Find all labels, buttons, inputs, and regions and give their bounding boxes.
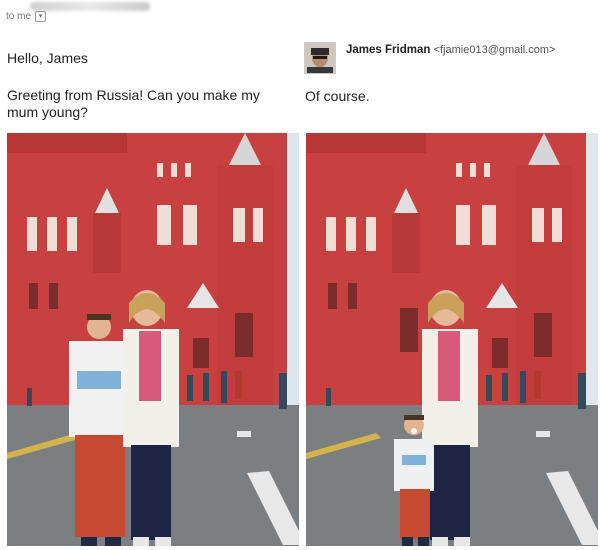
- blurred-sender: [30, 2, 150, 11]
- sender-email: <fjamie013@gmail.com>: [433, 44, 556, 56]
- edited-photo: [306, 133, 598, 546]
- sender-line: James Fridman <fjamie013@gmail.com>: [346, 44, 555, 56]
- message-line-2: mum young?: [7, 104, 88, 120]
- greeting-text: Hello, James: [7, 50, 88, 66]
- original-photo: [7, 133, 299, 546]
- reply-text: Of course.: [305, 88, 370, 104]
- avatar-image: [305, 43, 335, 73]
- to-label: to me: [6, 10, 32, 22]
- avatar[interactable]: [304, 42, 336, 74]
- recipient-row: to me ▾: [6, 8, 47, 24]
- sender-name: James Fridman: [346, 44, 431, 56]
- message-line-1: Greeting from Russia! Can you make my: [7, 87, 260, 103]
- chevron-down-icon[interactable]: ▾: [35, 10, 47, 22]
